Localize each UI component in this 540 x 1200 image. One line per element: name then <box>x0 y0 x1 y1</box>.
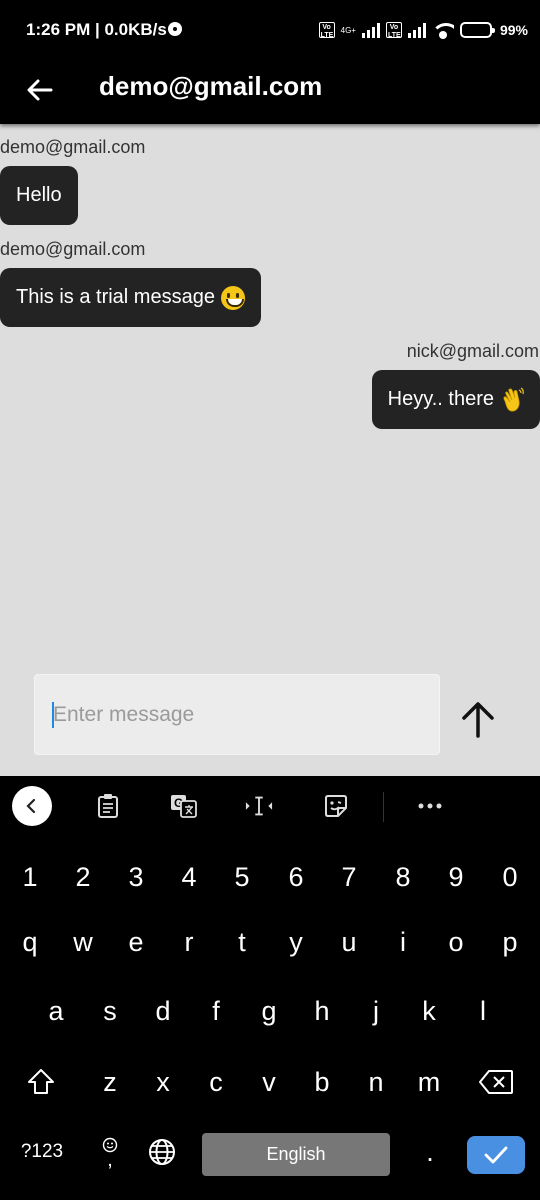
signal-icon-2 <box>407 22 426 38</box>
keyboard-toolbar: G <box>0 776 540 836</box>
signal-icon <box>361 22 380 38</box>
settings-gear-icon <box>168 22 182 36</box>
status-bar: 1:26 PM | 0.0KB/s Vo LTE 4G+ Vo LTE 99% <box>0 0 540 60</box>
key[interactable]: j <box>350 983 402 1039</box>
key[interactable]: i <box>377 914 429 970</box>
key[interactable]: y <box>270 914 322 970</box>
message-bubble[interactable]: This is a trial message <box>0 268 261 327</box>
toolbar-divider <box>383 792 384 822</box>
key[interactable]: a <box>30 983 82 1039</box>
waving-hand-emoji-icon <box>503 387 524 412</box>
key[interactable]: 4 <box>163 849 215 905</box>
key[interactable]: s <box>84 983 136 1039</box>
message-text: This is a trial message <box>16 286 215 308</box>
period-key[interactable]: . <box>404 1124 456 1180</box>
key[interactable]: x <box>137 1054 189 1110</box>
more-options-icon[interactable] <box>416 792 444 820</box>
collapse-keyboard-icon[interactable] <box>12 786 52 826</box>
key[interactable]: l <box>457 983 509 1039</box>
message-sender: nick@gmail.com <box>406 341 539 361</box>
volte-icon-2: Vo LTE <box>385 22 402 39</box>
message-text: Heyy.. there <box>387 388 494 410</box>
message-input[interactable] <box>53 675 423 754</box>
shift-key[interactable] <box>15 1054 67 1110</box>
message-sender: demo@gmail.com <box>0 239 146 259</box>
message-bubble[interactable]: Heyy.. there <box>371 370 540 429</box>
key[interactable]: c <box>190 1054 242 1110</box>
key[interactable]: 2 <box>57 849 109 905</box>
status-time: 1:26 PM | 0.0KB/s <box>26 20 167 39</box>
key[interactable]: 9 <box>430 849 482 905</box>
sticker-icon[interactable] <box>322 792 350 820</box>
backspace-key[interactable] <box>470 1054 522 1110</box>
key[interactable]: w <box>57 914 109 970</box>
key[interactable]: k <box>403 983 455 1039</box>
key[interactable]: 5 <box>216 849 268 905</box>
key[interactable]: n <box>350 1054 402 1110</box>
key[interactable]: p <box>484 914 536 970</box>
key[interactable]: v <box>243 1054 295 1110</box>
key[interactable]: 3 <box>110 849 162 905</box>
chat-title: demo@gmail.com <box>99 71 323 101</box>
comma-key[interactable]: , <box>84 1124 136 1180</box>
battery-icon <box>459 22 495 38</box>
send-arrow-icon[interactable] <box>454 694 502 744</box>
key[interactable]: d <box>137 983 189 1039</box>
enter-key[interactable] <box>467 1136 525 1174</box>
key[interactable]: 6 <box>270 849 322 905</box>
key[interactable]: o <box>430 914 482 970</box>
key[interactable]: 8 <box>377 849 429 905</box>
back-arrow-icon[interactable] <box>24 74 56 106</box>
message-text: Hello <box>16 184 62 206</box>
app-bar: demo@gmail.com <box>0 60 540 124</box>
network-type-label: 4G+ <box>340 25 356 35</box>
space-key[interactable]: English <box>202 1133 390 1176</box>
key[interactable]: u <box>323 914 375 970</box>
battery-percent: 99% <box>499 22 528 38</box>
globe-icon <box>149 1139 175 1165</box>
key[interactable]: 1 <box>4 849 56 905</box>
chat-area: demo@gmail.com Hello demo@gmail.com This… <box>0 124 540 776</box>
status-icons: Vo LTE 4G+ Vo LTE 99% <box>318 18 528 42</box>
key[interactable]: 7 <box>323 849 375 905</box>
key[interactable]: r <box>163 914 215 970</box>
cursor-control-icon[interactable] <box>245 792 273 820</box>
keyboard: G 1 2 3 4 5 6 7 8 9 0 q w e r t y u i o <box>0 776 540 1200</box>
grinning-face-emoji-icon <box>220 285 245 310</box>
wifi-icon <box>431 21 454 39</box>
key[interactable]: e <box>110 914 162 970</box>
key[interactable]: q <box>4 914 56 970</box>
checkmark-icon <box>484 1146 508 1164</box>
backspace-icon <box>479 1070 513 1094</box>
translate-icon[interactable]: G <box>170 792 198 820</box>
key[interactable]: b <box>296 1054 348 1110</box>
key[interactable]: h <box>296 983 348 1039</box>
volte-icon: Vo LTE <box>318 22 335 39</box>
comma-label: , <box>107 1149 113 1171</box>
language-key[interactable] <box>136 1124 188 1180</box>
key[interactable]: 0 <box>484 849 536 905</box>
message-sender: demo@gmail.com <box>0 137 146 157</box>
key[interactable]: z <box>84 1054 136 1110</box>
key[interactable]: f <box>190 983 242 1039</box>
message-bubble[interactable]: Hello <box>0 166 78 225</box>
key[interactable]: t <box>216 914 268 970</box>
symbols-key[interactable]: ?123 <box>16 1124 68 1180</box>
message-input-box[interactable] <box>34 674 440 755</box>
key[interactable]: g <box>243 983 295 1039</box>
clipboard-icon[interactable] <box>94 792 122 820</box>
shift-icon <box>28 1069 54 1094</box>
key[interactable]: m <box>403 1054 455 1110</box>
